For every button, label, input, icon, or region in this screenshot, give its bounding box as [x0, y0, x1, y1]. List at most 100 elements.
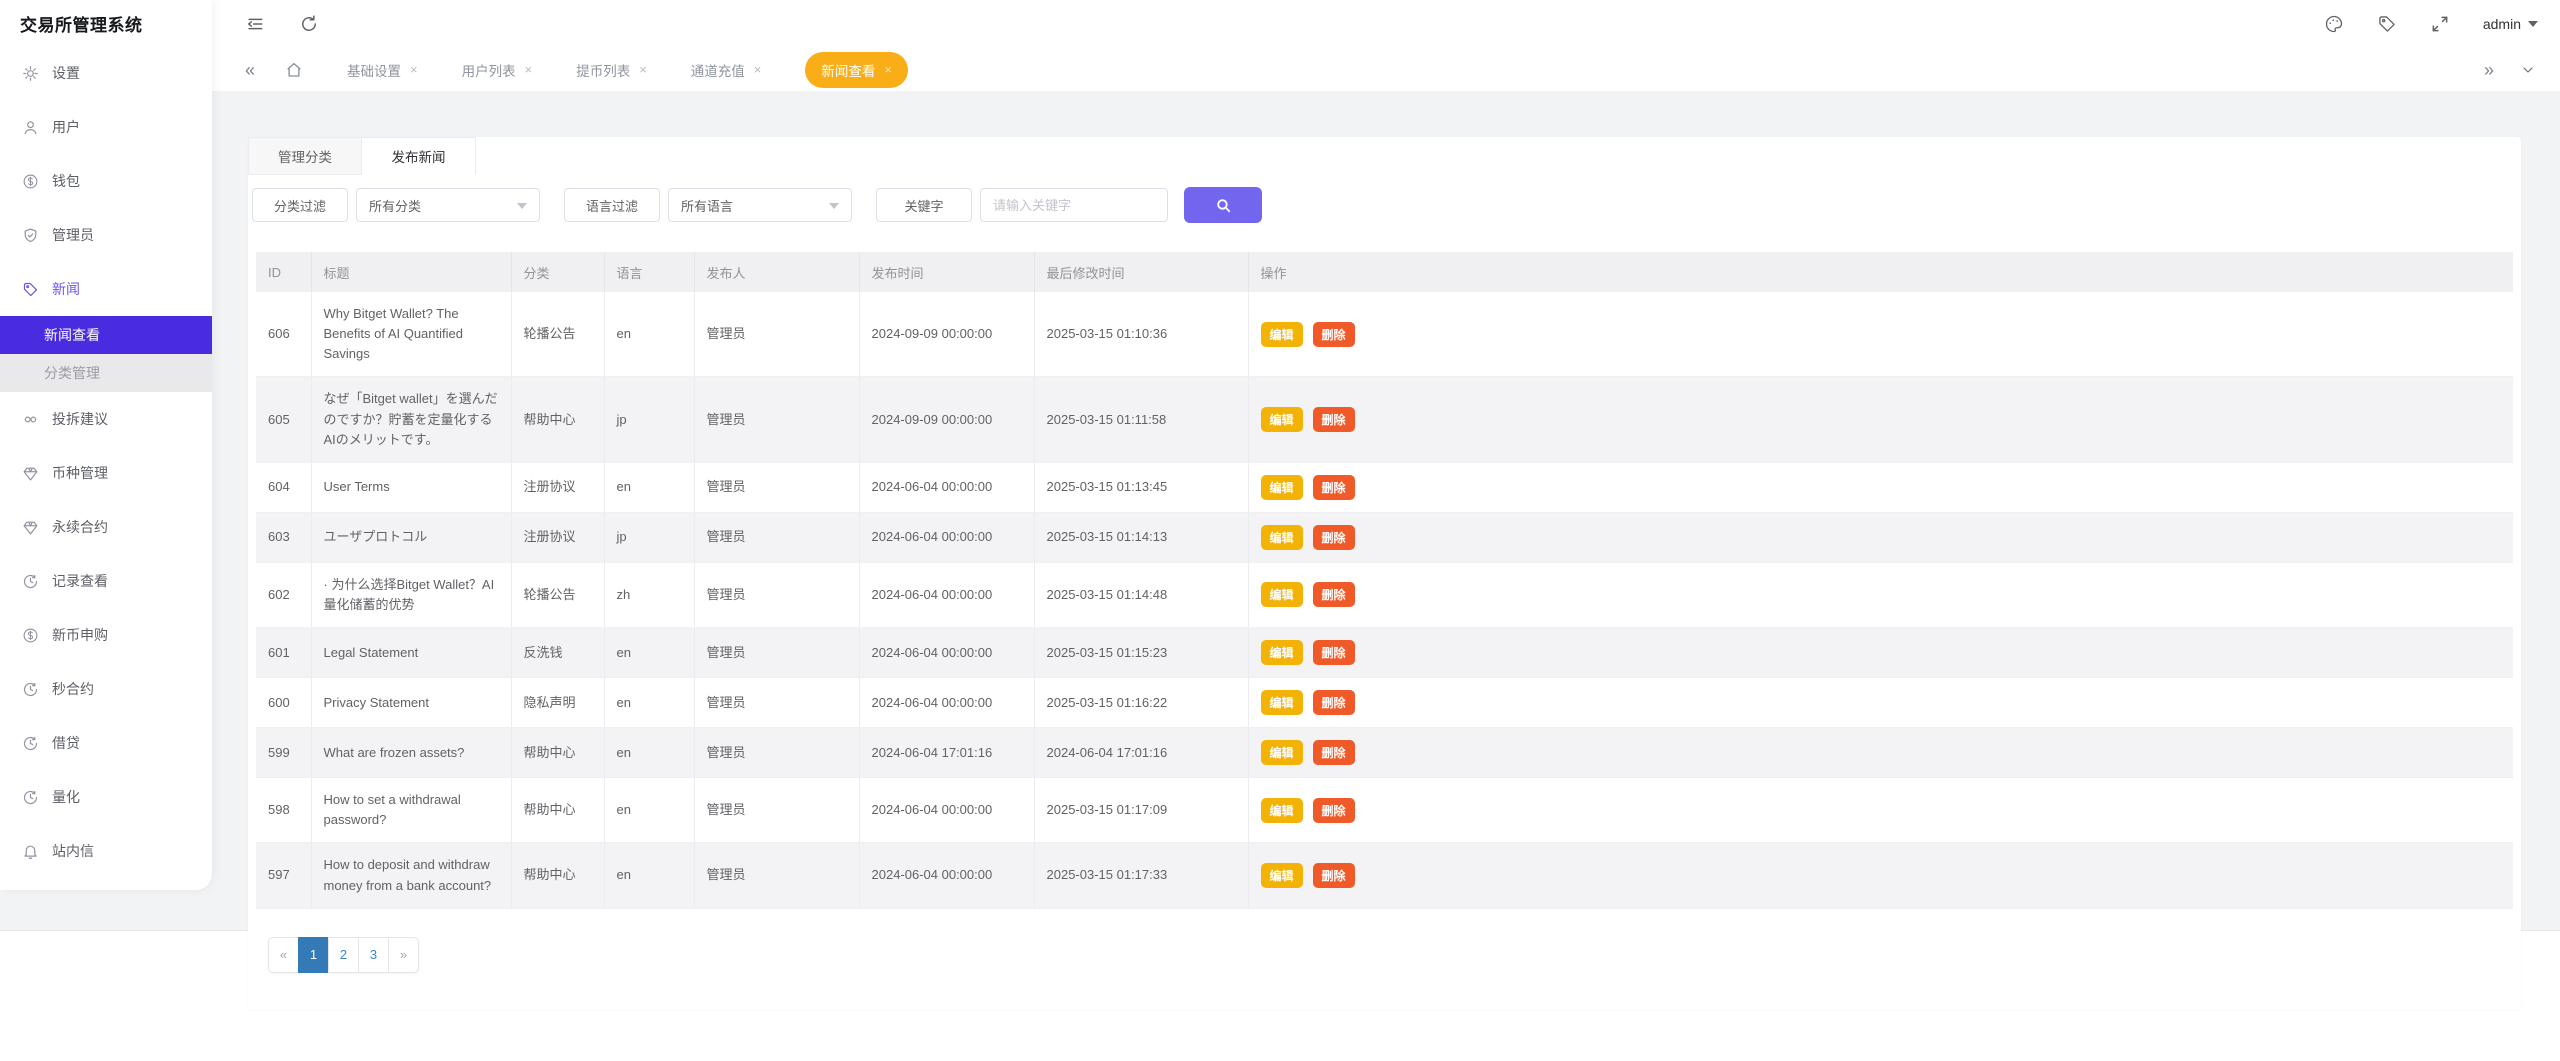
sidebar-item[interactable]: 管理员	[0, 208, 212, 262]
delete-button[interactable]: 删除	[1313, 582, 1355, 607]
panel-tab[interactable]: 发布新闻	[362, 137, 476, 175]
sidebar-item[interactable]: 钱包	[0, 154, 212, 208]
nav-tab[interactable]: 通道充值×	[691, 52, 762, 88]
sidebar-item[interactable]: 站内信	[0, 824, 212, 878]
table-row: 606Why Bitget Wallet? The Benefits of AI…	[256, 292, 2513, 377]
sidebar-item[interactable]: 新闻	[0, 262, 212, 316]
sidebar-item[interactable]: 借贷	[0, 716, 212, 770]
nav-tab[interactable]: 用户列表×	[462, 52, 533, 88]
delete-button[interactable]: 删除	[1313, 407, 1355, 432]
category-select[interactable]: 所有分类	[356, 188, 540, 222]
sidebar-item-label: 量化	[52, 787, 80, 807]
close-icon[interactable]: ×	[754, 62, 762, 77]
edit-button[interactable]: 编辑	[1261, 740, 1303, 765]
cell-id: 599	[256, 728, 311, 778]
cell-lang: zh	[604, 562, 694, 627]
sidebar-item[interactable]: 币种管理	[0, 446, 212, 500]
cell-category: 轮播公告	[511, 292, 604, 377]
tabs-menu-chevron-icon[interactable]	[2520, 62, 2536, 78]
sidebar-subitem[interactable]: 新闻查看	[0, 316, 212, 354]
delete-button[interactable]: 删除	[1313, 690, 1355, 715]
edit-button[interactable]: 编辑	[1261, 640, 1303, 665]
cell-publish-time: 2024-06-04 00:00:00	[859, 778, 1034, 843]
theme-palette-icon[interactable]	[2324, 14, 2344, 34]
sidebar-item[interactable]: 设置	[0, 46, 212, 100]
tabs-scroll-left-icon[interactable]: «	[245, 61, 255, 79]
cell-title: User Terms	[311, 462, 511, 512]
refresh-icon[interactable]	[299, 14, 319, 34]
sidebar-item-label: 投拆建议	[52, 409, 108, 429]
delete-button[interactable]: 删除	[1313, 475, 1355, 500]
cell-modified-time: 2024-06-04 17:01:16	[1034, 728, 1248, 778]
delete-button[interactable]: 删除	[1313, 322, 1355, 347]
sidebar-item[interactable]: 永续合约	[0, 500, 212, 554]
cell-publisher: 管理员	[694, 512, 859, 562]
sidebar-item-label: 永续合约	[52, 517, 108, 537]
sidebar-item[interactable]: 记录查看	[0, 554, 212, 608]
cell-lang: en	[604, 728, 694, 778]
pagination-page-button[interactable]: 2	[328, 937, 359, 973]
sidebar: 交易所管理系统 设置用户钱包管理员新闻新闻查看分类管理投拆建议币种管理永续合约记…	[0, 0, 212, 890]
news-panel: 管理分类发布新闻 分类过滤 所有分类 语言过滤 所有语言 关键字	[248, 137, 2521, 1009]
cell-category: 轮播公告	[511, 562, 604, 627]
delete-button[interactable]: 删除	[1313, 863, 1355, 888]
user-label: admin	[2483, 16, 2521, 32]
nav-tab[interactable]: 基础设置×	[347, 52, 418, 88]
home-icon[interactable]	[285, 61, 303, 79]
pagination-prev-button[interactable]: «	[268, 937, 299, 973]
keyword-input[interactable]	[980, 188, 1168, 222]
sidebar-item-label: 记录查看	[52, 571, 108, 591]
close-icon[interactable]: ×	[525, 62, 533, 77]
delete-button[interactable]: 删除	[1313, 525, 1355, 550]
fullscreen-icon[interactable]	[2430, 14, 2450, 34]
sidebar-item[interactable]: 用户	[0, 100, 212, 154]
sidebar-item[interactable]: 量化	[0, 770, 212, 824]
column-header: ID	[256, 252, 311, 292]
tag-icon[interactable]	[2377, 14, 2397, 34]
language-select[interactable]: 所有语言	[668, 188, 852, 222]
cell-title: What are frozen assets?	[311, 728, 511, 778]
edit-button[interactable]: 编辑	[1261, 798, 1303, 823]
close-icon[interactable]: ×	[884, 62, 892, 77]
cell-category: 帮助中心	[511, 377, 604, 462]
delete-button[interactable]: 删除	[1313, 740, 1355, 765]
table-row: 604User Terms注册协议en管理员2024-06-04 00:00:0…	[256, 462, 2513, 512]
pagination-page-button[interactable]: 3	[358, 937, 389, 973]
nav-tab[interactable]: 提币列表×	[576, 52, 647, 88]
sidebar-item-label: 设置	[52, 63, 80, 83]
sidebar-menu: 设置用户钱包管理员新闻新闻查看分类管理投拆建议币种管理永续合约记录查看新币申购秒…	[0, 46, 212, 878]
delete-button[interactable]: 删除	[1313, 798, 1355, 823]
sidebar-item[interactable]: 秒合约	[0, 662, 212, 716]
collapse-menu-icon[interactable]	[245, 14, 265, 34]
tabs-scroll-right-icon[interactable]: »	[2484, 61, 2494, 79]
edit-button[interactable]: 编辑	[1261, 407, 1303, 432]
user-menu[interactable]: admin	[2483, 16, 2538, 32]
edit-button[interactable]: 编辑	[1261, 863, 1303, 888]
close-icon[interactable]: ×	[639, 62, 647, 77]
cell-modified-time: 2025-03-15 01:13:45	[1034, 462, 1248, 512]
sidebar-subitem[interactable]: 分类管理	[0, 354, 212, 392]
edit-button[interactable]: 编辑	[1261, 582, 1303, 607]
nav-tab[interactable]: 新闻查看×	[805, 52, 908, 88]
cell-id: 605	[256, 377, 311, 462]
close-icon[interactable]: ×	[410, 62, 418, 77]
panel-tab[interactable]: 管理分类	[248, 137, 362, 175]
cell-publish-time: 2024-06-04 00:00:00	[859, 512, 1034, 562]
pagination-page-button[interactable]: 1	[298, 937, 329, 973]
cell-id: 602	[256, 562, 311, 627]
search-button[interactable]	[1184, 187, 1262, 223]
sidebar-item[interactable]: 投拆建议	[0, 392, 212, 446]
cell-actions: 编辑删除	[1248, 628, 2513, 678]
sidebar-item-label: 借贷	[52, 733, 80, 753]
edit-button[interactable]: 编辑	[1261, 525, 1303, 550]
cell-title: Legal Statement	[311, 628, 511, 678]
cell-id: 601	[256, 628, 311, 678]
cell-publish-time: 2024-06-04 00:00:00	[859, 562, 1034, 627]
edit-button[interactable]: 编辑	[1261, 322, 1303, 347]
edit-button[interactable]: 编辑	[1261, 690, 1303, 715]
edit-button[interactable]: 编辑	[1261, 475, 1303, 500]
pagination-next-button[interactable]: »	[388, 937, 419, 973]
sidebar-item[interactable]: 新币申购	[0, 608, 212, 662]
delete-button[interactable]: 删除	[1313, 640, 1355, 665]
cell-category: 帮助中心	[511, 778, 604, 843]
